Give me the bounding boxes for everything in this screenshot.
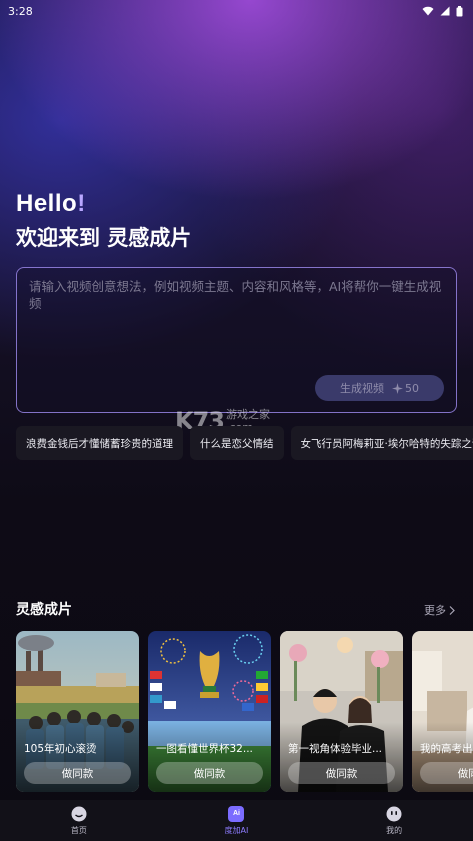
- generate-video-button[interactable]: 生成视频 50: [315, 375, 444, 401]
- welcome-heading: 欢迎来到 灵感成片: [16, 226, 192, 250]
- template-cards: 105年初心滚烫 做同款 一图看懂世界杯32... 做同款 第一视角体验毕业..…: [16, 631, 473, 792]
- prompt-box: 生成视频 50: [16, 267, 457, 413]
- home-icon: [71, 806, 87, 821]
- nav-home-label: 首页: [70, 825, 87, 835]
- battery-icon: [456, 5, 463, 16]
- make-same-button[interactable]: 做同款: [420, 762, 473, 784]
- chevron-right-icon: [449, 605, 455, 615]
- make-same-button[interactable]: 做同款: [288, 762, 395, 784]
- card-title: 第一视角体验毕业...: [288, 743, 383, 755]
- profile-icon: [386, 806, 402, 821]
- ai-icon: Ai: [228, 805, 245, 822]
- hello-mark: !: [77, 190, 86, 217]
- template-card[interactable]: 我的高考出... 做同款: [412, 631, 473, 792]
- ai-icon-label: Ai: [232, 810, 240, 817]
- suggestion-chip[interactable]: 什么是恋父情结: [190, 426, 284, 460]
- bottom-nav: 首页 Ai 度加AI 我的: [0, 800, 473, 841]
- suggestion-chips: 浪费金钱后才懂储蓄珍贵的道理 什么是恋父情结 女飞行员阿梅莉亚·埃尔哈特的失踪之…: [16, 426, 473, 460]
- generate-cost: 50: [392, 382, 419, 395]
- generate-video-label: 生成视频: [340, 382, 384, 395]
- sparkle-icon: [392, 382, 403, 394]
- prompt-input[interactable]: [29, 278, 447, 378]
- status-bar: 3:28: [0, 0, 473, 22]
- template-card[interactable]: 105年初心滚烫 做同款: [16, 631, 139, 792]
- suggestion-chip[interactable]: 浪费金钱后才懂储蓄珍贵的道理: [16, 426, 183, 460]
- template-card[interactable]: 第一视角体验毕业... 做同款: [280, 631, 403, 792]
- template-card[interactable]: 一图看懂世界杯32... 做同款: [148, 631, 271, 792]
- nav-ai-label: 度加AI: [224, 825, 249, 835]
- nav-ai[interactable]: Ai 度加AI: [196, 805, 276, 836]
- signal-icon: [440, 6, 450, 16]
- status-icons: [422, 5, 463, 17]
- nav-home[interactable]: 首页: [39, 806, 119, 836]
- generate-cost-value: 50: [405, 381, 419, 395]
- hello-heading: Hello!: [16, 190, 86, 218]
- hello-text: Hello: [16, 190, 78, 217]
- suggestion-chip[interactable]: 女飞行员阿梅莉亚·埃尔哈特的失踪之谜: [290, 426, 473, 460]
- nav-mine-label: 我的: [386, 825, 403, 835]
- make-same-button[interactable]: 做同款: [24, 762, 131, 784]
- card-title: 105年初心滚烫: [24, 743, 97, 755]
- wifi-icon: [422, 6, 434, 16]
- card-title: 一图看懂世界杯32...: [156, 743, 253, 755]
- status-time: 3:28: [8, 4, 33, 18]
- more-label: 更多: [424, 604, 446, 617]
- section-title: 灵感成片: [16, 602, 72, 618]
- nav-mine[interactable]: 我的: [354, 806, 434, 836]
- card-title: 我的高考出...: [420, 743, 473, 755]
- make-same-button[interactable]: 做同款: [156, 762, 263, 784]
- more-link[interactable]: 更多: [424, 602, 455, 618]
